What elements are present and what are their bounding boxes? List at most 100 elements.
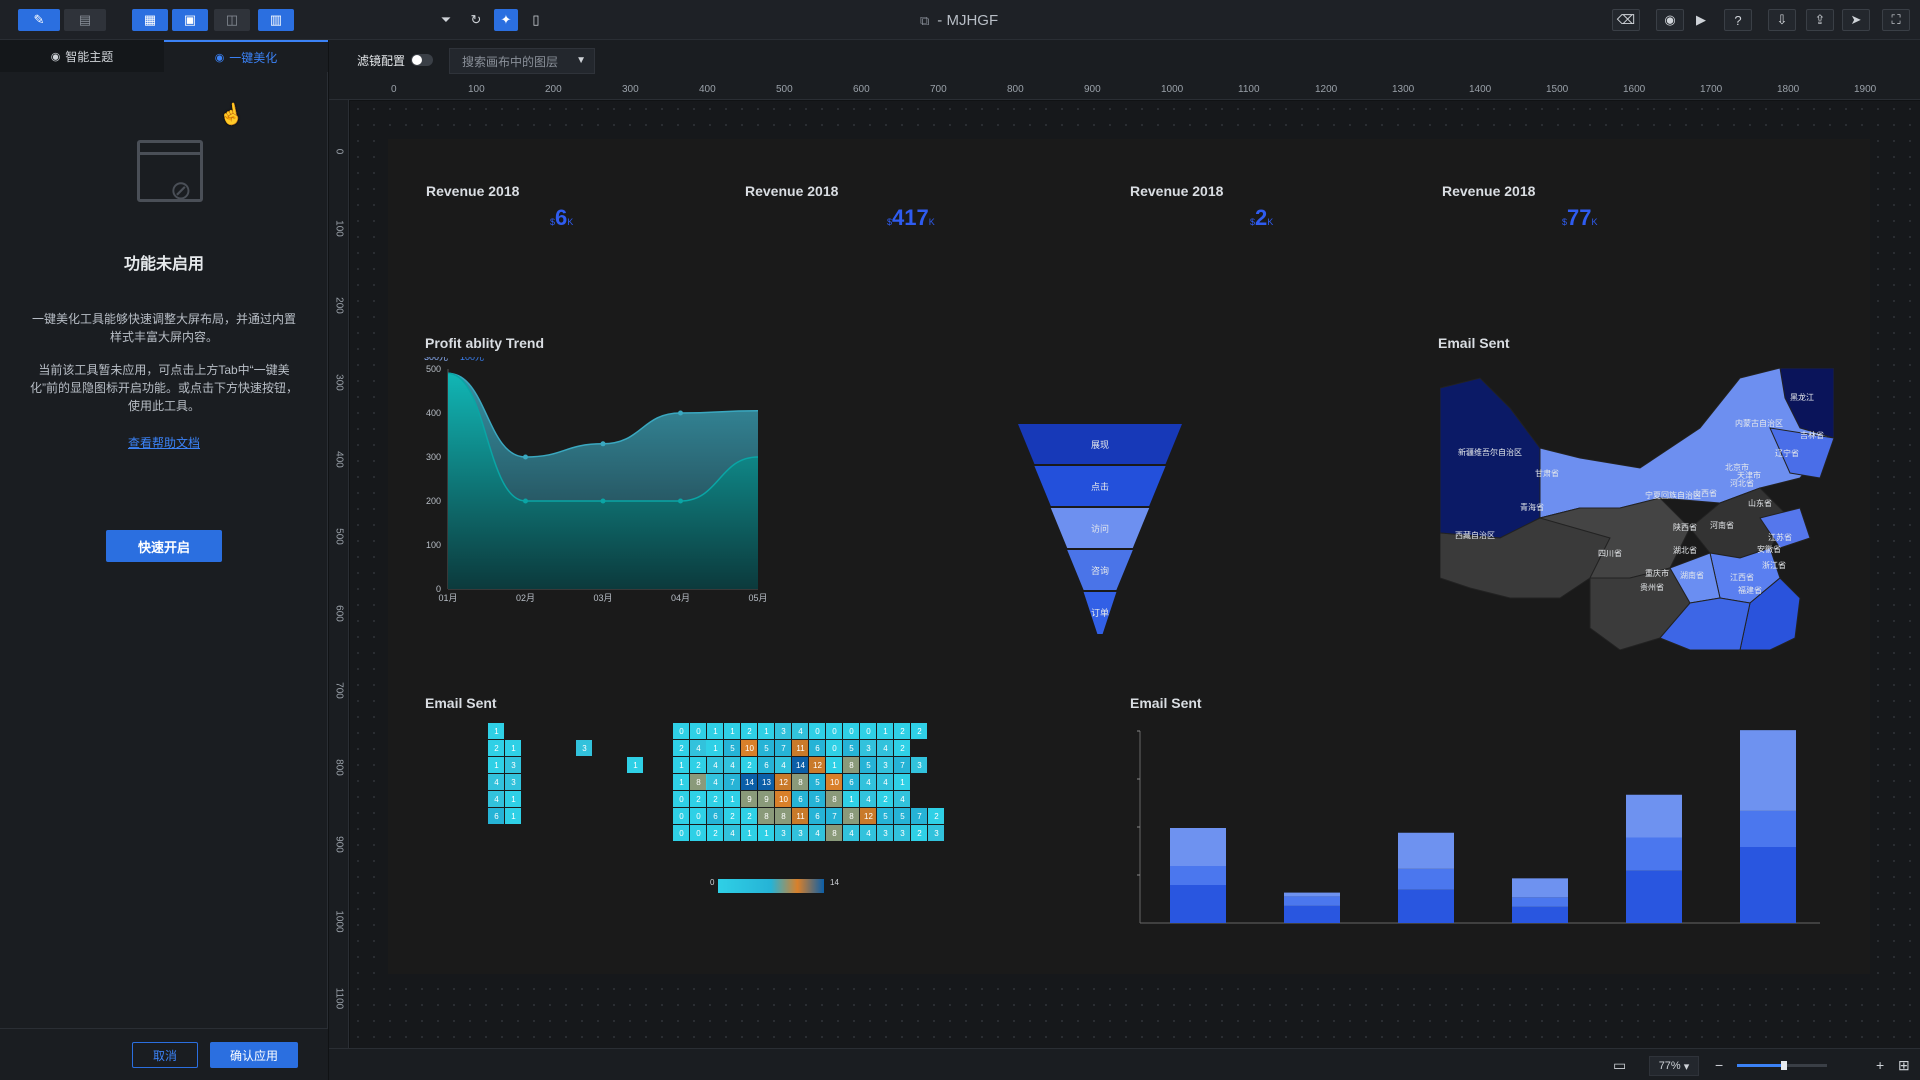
zoom-fill — [1737, 1064, 1784, 1067]
china-map-chart[interactable]: 黑龙江内蒙古自治区吉林省辽宁省甘肃省北京市天津市河北省山西省新疆维吾尔自治区青海… — [1440, 368, 1834, 650]
publish-button[interactable]: ➤ — [1842, 9, 1870, 31]
camera-button[interactable]: ◉ — [1656, 9, 1684, 31]
heat-cell-label: 5 — [883, 812, 888, 821]
help-doc-link[interactable]: 查看帮助文档 — [0, 434, 328, 451]
filter-icon: ⏷ — [440, 12, 452, 27]
kpi-value-3: $2K — [1250, 205, 1273, 231]
zoom-handle[interactable] — [1780, 1061, 1787, 1070]
eye-icon[interactable]: ◉ — [51, 50, 61, 63]
camera-icon: ◉ — [1664, 12, 1676, 27]
funnel-label: 咨询 — [1091, 565, 1109, 576]
bar-segment — [1740, 810, 1796, 847]
layout-c-button[interactable]: ◫ — [214, 9, 250, 31]
heat-cell-label: 5 — [866, 761, 871, 770]
tab-one-click-beautify[interactable]: ◉ 一键美化 — [164, 40, 328, 72]
filter-toggle[interactable] — [411, 54, 433, 66]
monitor-icon[interactable]: ▭ — [1613, 1057, 1626, 1074]
heat-cell-label: 11 — [796, 812, 805, 821]
kpi-suffix-3: K — [1267, 217, 1274, 227]
fullscreen-button[interactable]: ⛶ — [1882, 9, 1910, 31]
kpi-value-4: $77K — [1562, 205, 1598, 231]
ruler-v-tick: 100 — [333, 220, 345, 237]
legend-item: 300元 — [424, 357, 448, 362]
edit-button[interactable]: ✎ — [18, 9, 60, 31]
zoom-slider[interactable] — [1737, 1061, 1827, 1070]
heat-cell-label: 4 — [730, 761, 735, 770]
layout-d-icon: ▥ — [269, 12, 283, 27]
zoom-out-icon[interactable]: − — [1715, 1057, 1723, 1073]
device-button[interactable]: ▯ — [524, 9, 548, 31]
clear-button[interactable]: ⌫ — [1612, 9, 1640, 31]
ruler-h-tick: 500 — [776, 84, 793, 95]
confirm-apply-button[interactable]: 确认应用 — [210, 1042, 298, 1068]
heat-cell-label: 1 — [832, 761, 837, 770]
eye-icon[interactable]: ◉ — [215, 51, 225, 64]
kpi-value-1: $6K — [550, 205, 573, 231]
layout-b-icon: ▣ — [183, 12, 197, 27]
heat-cell-label: 3 — [511, 761, 516, 770]
heatmap-chart[interactable]: 1211343416131210011213400001222415105711… — [488, 723, 1048, 913]
funnel-label: 访问 — [1091, 523, 1109, 534]
heat-cell-label: 8 — [696, 778, 701, 787]
kpi-title-4: Revenue 2018 — [1442, 183, 1536, 199]
kpi-title-3: Revenue 2018 — [1130, 183, 1224, 199]
kpi-number-4: 77 — [1567, 205, 1592, 230]
heat-cell-label: 4 — [494, 795, 499, 804]
stacked-bar-chart[interactable] — [1130, 723, 1840, 933]
heat-cell-label: 3 — [582, 744, 587, 753]
heat-cell-label: 0 — [866, 727, 871, 736]
layout-d-button[interactable]: ▥ — [258, 9, 294, 31]
data-point — [523, 454, 528, 460]
ruler-v-tick: 700 — [333, 682, 345, 699]
tab-smart-theme[interactable]: ◉ 智能主题 — [0, 40, 164, 72]
refresh-button[interactable]: ↻ — [464, 9, 488, 31]
filter-button[interactable]: ⏷ — [434, 9, 458, 31]
heat-cell-label: 1 — [511, 795, 516, 804]
preview-button[interactable]: ▤ — [64, 9, 106, 31]
heat-cell-label: 0 — [849, 727, 854, 736]
bar-segment — [1626, 870, 1682, 923]
horizontal-ruler: 0 100 200 300 400 500 600 700 800 900 1000 1100 1200… — [329, 80, 1920, 100]
quick-start-button[interactable]: 快速开启 — [106, 530, 222, 562]
beautify-button[interactable]: ✦ — [494, 9, 518, 31]
canvas-area[interactable]: Revenue 2018 $6K Revenue 2018 $417K Reve… — [350, 101, 1920, 1048]
export-button[interactable]: ⇪ — [1806, 9, 1834, 31]
heat-cell-label: 3 — [511, 778, 516, 787]
heat-cell-label: 0 — [679, 727, 684, 736]
ruler-h-tick: 1300 — [1392, 84, 1415, 95]
ruler-h-tick: 700 — [930, 84, 947, 95]
publish-icon: ➤ — [1850, 12, 1862, 27]
download-button[interactable]: ⇩ — [1768, 9, 1796, 31]
ruler-h-tick: 200 — [545, 84, 562, 95]
ruler-h-tick: 1600 — [1623, 84, 1646, 95]
cancel-button[interactable]: 取消 — [132, 1042, 198, 1068]
bar-segment — [1398, 889, 1454, 923]
map-label: 甘肃省 — [1535, 468, 1559, 478]
layer-search-select[interactable]: 搜索画布中的图层 ▼ — [449, 48, 595, 74]
heat-cell-label: 1 — [494, 727, 499, 736]
heatmap-title: Email Sent — [425, 695, 497, 711]
layout-b-button[interactable]: ▣ — [172, 9, 208, 31]
heat-cell-label: 2 — [917, 829, 922, 838]
top-toolbar: ✎ ▤ ▦ ▣ ◫ ▥ ⏷ ↻ ✦ ▯ ⧉ - MJHGF ⌫ ◉ ▶? ⇩ ⇪ ➤ ⛶ — [0, 0, 1920, 40]
zoom-select[interactable]: 77% ▾ — [1649, 1056, 1699, 1076]
map-label: 河南省 — [1710, 520, 1734, 530]
device-icon: ▯ — [532, 12, 540, 27]
profit-trend-chart[interactable]: 010020030040050001月 02月 03月 04月 05月300元 100元 — [418, 357, 798, 607]
x-tick-label: 03月 — [593, 593, 612, 603]
layout-a-button[interactable]: ▦ — [132, 9, 168, 31]
ruler-h-tick: 100 — [468, 84, 485, 95]
ruler-h-tick: 400 — [699, 84, 716, 95]
x-tick-label: 04月 — [671, 593, 690, 603]
ruler-h-tick: 1000 — [1161, 84, 1184, 95]
help-button[interactable]: ? — [1724, 9, 1752, 31]
heat-cell-label: 7 — [730, 778, 735, 787]
fit-screen-icon[interactable]: ⊞ — [1898, 1057, 1910, 1074]
zoom-in-icon[interactable]: + — [1876, 1057, 1884, 1073]
ruler-h-tick: 1100 — [1238, 84, 1260, 95]
play-button[interactable]: ▶ — [1692, 9, 1710, 31]
dashboard-board[interactable]: Revenue 2018 $6K Revenue 2018 $417K Reve… — [388, 139, 1870, 974]
funnel-chart[interactable]: 展现点击访问咨询订单 — [1018, 424, 1186, 634]
heat-cell-label: 1 — [883, 727, 888, 736]
heat-cell-label: 4 — [713, 761, 718, 770]
